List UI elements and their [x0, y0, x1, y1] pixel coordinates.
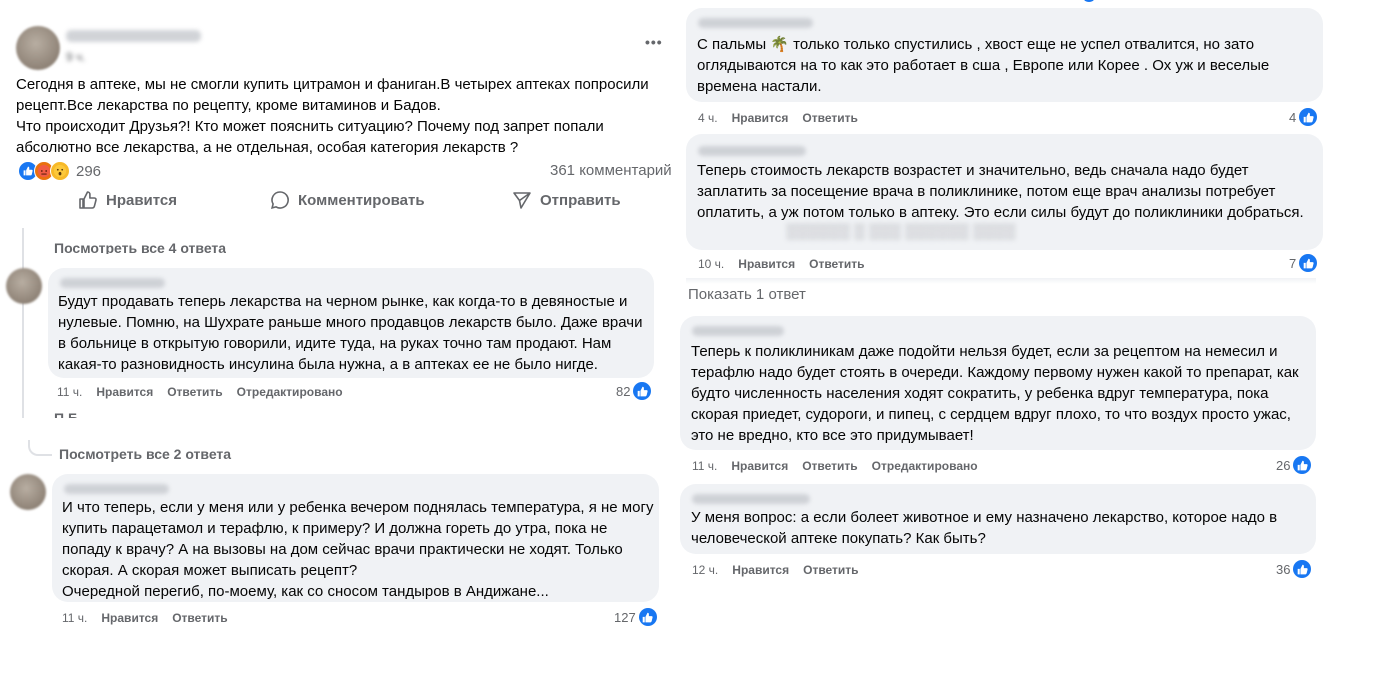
send-icon: [513, 192, 531, 209]
like-count-value: 82: [616, 383, 631, 399]
comment-like-count[interactable]: 127: [614, 608, 657, 626]
comment-author-name[interactable]: [692, 494, 810, 504]
comment-author-name[interactable]: [698, 146, 806, 156]
like-reaction-icon: [633, 382, 652, 400]
comment-edited-label: Отредактировано: [871, 459, 978, 473]
comment-like-count[interactable]: 7: [1289, 254, 1318, 272]
comment-icon: [270, 191, 289, 210]
comment-author-name[interactable]: [64, 484, 169, 494]
comment-bubble: У меня вопрос: а если болеет животное и …: [680, 484, 1316, 554]
comment-count[interactable]: 361 комментарий: [550, 162, 672, 179]
comment-avatar[interactable]: [10, 474, 46, 510]
comment-author-name[interactable]: [692, 326, 784, 336]
clipped-reply-link: П Б: [54, 410, 79, 418]
comment-meta: 11 ч. Нравится Ответить: [62, 611, 242, 625]
comment-meta: 11 ч. Нравится Ответить Отредактировано: [692, 459, 992, 473]
comment-time[interactable]: 12 ч.: [692, 563, 718, 577]
comment-bubble: И что теперь, если у меня или у ребенка …: [52, 474, 659, 602]
view-all-2-replies-link[interactable]: Посмотреть все 2 ответа: [59, 446, 231, 462]
comment-like-link[interactable]: Нравится: [731, 459, 788, 473]
section-divider: [686, 278, 1316, 284]
like-count-value: 4: [1289, 109, 1297, 125]
post-time[interactable]: 9 ч.: [66, 50, 86, 64]
post-author-avatar[interactable]: [16, 26, 60, 70]
comment-meta: 10 ч. Нравится Ответить: [698, 257, 879, 271]
post-text: Сегодня в аптеке, мы не смогли купить ци…: [16, 76, 649, 156]
like-button[interactable]: Нравится: [78, 190, 177, 210]
comment-time[interactable]: 11 ч.: [62, 611, 87, 625]
comment-edited-label: Отредактировано: [236, 385, 343, 399]
thread-line: [22, 228, 24, 418]
comment-text: Теперь к поликлиникам даже подойти нельз…: [691, 343, 1299, 444]
comment-like-link[interactable]: Нравится: [738, 257, 795, 271]
comment-button-label: Комментировать: [298, 191, 425, 209]
reply-connector: [28, 440, 52, 456]
share-button[interactable]: Отправить: [512, 190, 621, 210]
comment-author-name[interactable]: [698, 18, 813, 28]
comment-text: И что теперь, если у меня или у ребенка …: [62, 499, 654, 600]
comment-bubble: С пальмы 🌴 только только спустились , хв…: [686, 8, 1323, 102]
like-count-value: 127: [614, 609, 636, 625]
like-reaction-icon: [1293, 456, 1312, 474]
comment-like-count[interactable]: 4: [1289, 108, 1318, 126]
comment-meta: 4 ч. Нравится Ответить: [698, 111, 872, 125]
comment-time[interactable]: 10 ч.: [698, 257, 724, 271]
post-author-name[interactable]: [66, 30, 201, 42]
like-count-value: 26: [1276, 457, 1291, 473]
comment-text: У меня вопрос: а если болеет животное и …: [691, 509, 1278, 547]
like-reaction-icon: [1299, 108, 1318, 126]
reaction-count: 296: [76, 162, 102, 180]
like-reaction-icon: [1299, 254, 1318, 272]
comment-reply-link[interactable]: Ответить: [803, 563, 858, 577]
comment-avatar[interactable]: [6, 268, 42, 304]
comment-text: С пальмы 🌴 только только спустились , хв…: [697, 36, 1270, 95]
comment-text: Будут продавать теперь лекарства на черн…: [58, 293, 643, 373]
comment-time[interactable]: 11 ч.: [692, 459, 717, 473]
like-count-value: 36: [1276, 561, 1291, 577]
comment-like-link[interactable]: Нравится: [732, 563, 789, 577]
like-button-label: Нравится: [106, 191, 178, 209]
top-cropped-marker: [1084, 0, 1094, 2]
comment-reply-link[interactable]: Ответить: [172, 611, 227, 625]
wow-reaction-icon: [50, 161, 70, 181]
comment-author-name[interactable]: [60, 278, 165, 288]
comment-bubble: Теперь стоимость лекарств возрастет и зн…: [686, 134, 1323, 250]
post-menu-button[interactable]: •••: [645, 34, 663, 50]
comment-meta: 11 ч. Нравится Ответить Отредактировано: [57, 385, 357, 399]
comment-like-count[interactable]: 26: [1276, 456, 1312, 474]
comment-button[interactable]: Комментировать: [270, 190, 425, 210]
comment-reply-link[interactable]: Ответить: [809, 257, 864, 271]
like-reaction-icon: [638, 608, 657, 626]
comment-like-link[interactable]: Нравится: [101, 611, 158, 625]
comment-bubble: Теперь к поликлиникам даже подойти нельз…: [680, 316, 1316, 450]
show-1-reply-link[interactable]: Показать 1 ответ: [688, 286, 806, 303]
comment-reply-link[interactable]: Ответить: [167, 385, 222, 399]
comment-text: Теперь стоимость лекарств возрастет и зн…: [697, 162, 1304, 221]
comment-like-link[interactable]: Нравится: [732, 111, 789, 125]
thumbs-up-icon: [79, 191, 97, 209]
post-card: 9 ч. ••• Сегодня в аптеке, мы не смогли …: [0, 12, 683, 224]
comment-like-count[interactable]: 36: [1276, 560, 1312, 578]
blurred-mention: ░░░░░░ ░ ░░░ ░░░░░░ ░░░░: [786, 223, 1016, 240]
share-button-label: Отправить: [540, 191, 621, 209]
view-all-4-replies-link[interactable]: Посмотреть все 4 ответа: [54, 240, 226, 254]
comment-like-count[interactable]: 82: [616, 382, 652, 400]
comment-meta: 12 ч. Нравится Ответить: [692, 563, 873, 577]
comment-like-link[interactable]: Нравится: [96, 385, 153, 399]
like-count-value: 7: [1289, 255, 1297, 271]
comment-bubble: Будут продавать теперь лекарства на черн…: [48, 268, 654, 378]
reactions-summary[interactable]: 296: [18, 161, 101, 181]
comment-reply-link[interactable]: Ответить: [802, 111, 857, 125]
comment-reply-link[interactable]: Ответить: [802, 459, 857, 473]
like-reaction-icon: [1293, 560, 1312, 578]
comment-time[interactable]: 11 ч.: [57, 385, 82, 399]
comment-time[interactable]: 4 ч.: [698, 111, 718, 125]
